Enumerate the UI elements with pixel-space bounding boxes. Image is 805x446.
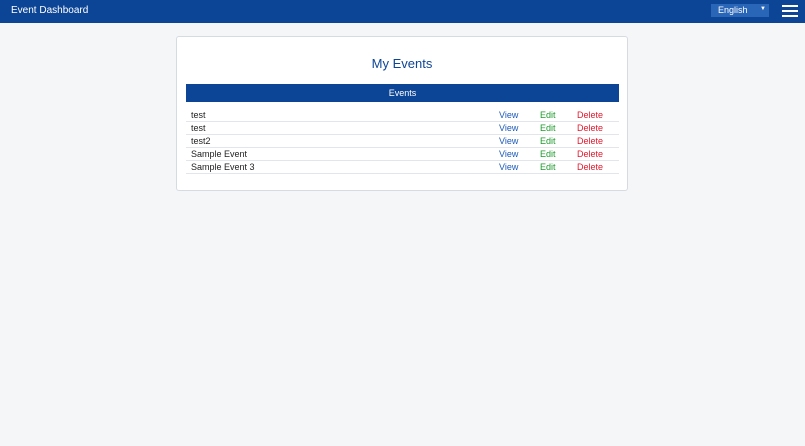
edit-link[interactable]: Edit — [540, 161, 556, 173]
page-title: My Events — [371, 56, 433, 71]
hamburger-menu-icon[interactable] — [782, 5, 798, 17]
view-link[interactable]: View — [499, 122, 518, 134]
delete-link[interactable]: Delete — [577, 161, 603, 173]
top-navbar: Event Dashboard English ▼ — [0, 0, 805, 23]
view-link[interactable]: View — [499, 161, 518, 173]
table-row: test View Edit Delete — [186, 122, 619, 135]
table-row: Sample Event View Edit Delete — [186, 148, 619, 161]
delete-link[interactable]: Delete — [577, 148, 603, 160]
event-name: Sample Event — [191, 149, 248, 159]
language-select-value: English — [718, 5, 748, 15]
view-link[interactable]: View — [499, 109, 518, 121]
events-list: test View Edit Delete test View Edit Del… — [186, 109, 619, 174]
table-row: test View Edit Delete — [186, 109, 619, 122]
delete-link[interactable]: Delete — [577, 122, 603, 134]
event-name: test2 — [191, 136, 211, 146]
view-link[interactable]: View — [499, 135, 518, 147]
delete-link[interactable]: Delete — [577, 135, 603, 147]
event-name: test — [191, 110, 206, 120]
edit-link[interactable]: Edit — [540, 109, 556, 121]
edit-link[interactable]: Edit — [540, 135, 556, 147]
events-table-header: Events — [186, 84, 619, 102]
language-select[interactable]: English ▼ — [711, 4, 769, 17]
edit-link[interactable]: Edit — [540, 148, 556, 160]
table-row: test2 View Edit Delete — [186, 135, 619, 148]
event-name: test — [191, 123, 206, 133]
events-card: My Events Events test View Edit Delete t… — [176, 36, 628, 191]
chevron-down-icon: ▼ — [760, 6, 766, 12]
table-row: Sample Event 3 View Edit Delete — [186, 161, 619, 174]
view-link[interactable]: View — [499, 148, 518, 160]
app-title[interactable]: Event Dashboard — [11, 4, 88, 18]
event-name: Sample Event 3 — [191, 162, 255, 172]
delete-link[interactable]: Delete — [577, 109, 603, 121]
edit-link[interactable]: Edit — [540, 122, 556, 134]
